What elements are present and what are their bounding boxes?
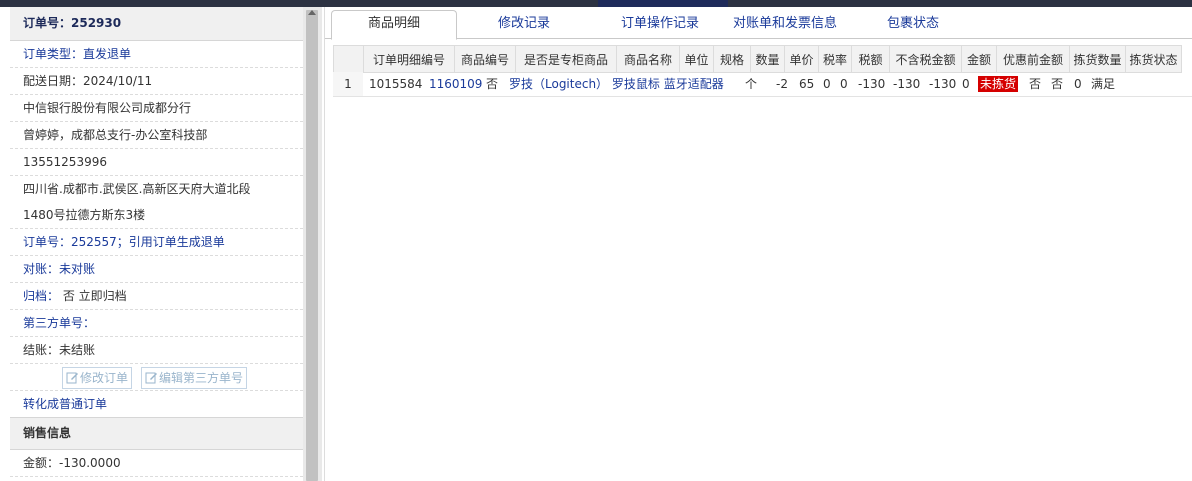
top-bar bbox=[0, 0, 1192, 7]
cell-price: 65 bbox=[799, 77, 815, 91]
col-header-counter[interactable]: 是否是专柜商品 bbox=[515, 45, 617, 73]
table-row[interactable]: 1 1015584 1160109 否 罗技（Logitech） 罗技鼠标 蓝牙… bbox=[333, 72, 1192, 97]
cell-pick-sufficient: 满足 bbox=[1091, 77, 1116, 91]
col-header-rownum bbox=[333, 45, 364, 73]
col-header-unit[interactable]: 单位 bbox=[679, 45, 714, 73]
order-type: 订单类型：直发退单 bbox=[10, 41, 303, 68]
tab-order-operation-log[interactable]: 订单操作记录 bbox=[605, 11, 715, 38]
detail-panel: 商品明细 修改记录 订单操作记录 对账单和发票信息 包裹状态 订单明细编号 商品… bbox=[325, 7, 1192, 481]
col-header-pick-qty[interactable]: 拣货数量 bbox=[1069, 45, 1126, 73]
top-bar-accent bbox=[598, 0, 728, 7]
col-header-product-no[interactable]: 商品编号 bbox=[454, 45, 516, 73]
scroll-up-arrow-icon[interactable] bbox=[308, 10, 316, 15]
cell-extra-3: 0 bbox=[1074, 77, 1082, 91]
cell-no-tax-amount: -130 bbox=[893, 77, 921, 91]
col-header-rate[interactable]: 税率 bbox=[818, 45, 852, 73]
table-header-row: 订单明细编号 商品编号 是否是专柜商品 商品名称 单位 规格 数量 单价 税率 … bbox=[333, 45, 1182, 73]
col-header-no-tax[interactable]: 不含税金额 bbox=[889, 45, 962, 73]
archive-action[interactable]: 否 立即归档 bbox=[59, 289, 127, 303]
tab-bar: 商品明细 修改记录 订单操作记录 对账单和发票信息 包裹状态 bbox=[325, 7, 1192, 40]
edit-third-party-button[interactable]: 编辑第三方单号 bbox=[141, 367, 248, 389]
edit-icon bbox=[66, 372, 78, 384]
amount-value: 金额：-130.0000 bbox=[10, 450, 303, 477]
archive-label: 归档： bbox=[23, 289, 60, 303]
cell-detail-no: 1015584 bbox=[369, 77, 423, 91]
convert-to-normal-order-link[interactable]: 转化成普通订单 bbox=[10, 391, 303, 417]
action-buttons-row: 修改订单 编辑第三方单号 bbox=[10, 364, 303, 391]
pick-status-badge: 未拣货 bbox=[978, 76, 1019, 92]
tab-product-details[interactable]: 商品明细 bbox=[331, 10, 457, 40]
cell-product-no-link[interactable]: 1160109 bbox=[429, 72, 482, 96]
reconcile-status[interactable]: 对账：未对账 bbox=[10, 256, 303, 283]
edit-icon bbox=[145, 372, 157, 384]
scrollbar-thumb[interactable] bbox=[306, 10, 318, 481]
cell-tax-rate: 0 bbox=[840, 77, 848, 91]
cell-amount: -130 bbox=[929, 77, 957, 91]
edit-third-party-label: 编辑第三方单号 bbox=[159, 371, 244, 385]
tab-statement-invoice[interactable]: 对账单和发票信息 bbox=[725, 11, 845, 38]
tab-package-status[interactable]: 包裹状态 bbox=[877, 11, 949, 38]
address-line-2: 1480号拉德方斯东3楼 bbox=[10, 202, 303, 229]
col-header-spec[interactable]: 规格 bbox=[713, 45, 751, 73]
address-line-1: 四川省.成都市.武侯区.高新区天府大道北段 bbox=[23, 182, 251, 196]
order-number-header: 订单号：252930 bbox=[10, 7, 303, 41]
contact-person: 曾婷婷，成都总支行-办公室科技部 bbox=[10, 122, 303, 149]
edit-order-button[interactable]: 修改订单 bbox=[62, 367, 133, 389]
cell-unit: 个 bbox=[745, 77, 758, 91]
edit-order-label: 修改订单 bbox=[80, 371, 129, 385]
col-header-name[interactable]: 商品名称 bbox=[616, 45, 680, 73]
product-detail-table: 订单明细编号 商品编号 是否是专柜商品 商品名称 单位 规格 数量 单价 税率 … bbox=[333, 45, 1182, 73]
cell-rate: 0 bbox=[823, 77, 831, 91]
col-header-pre-discount[interactable]: 优惠前金额 bbox=[996, 45, 1070, 73]
col-header-amount[interactable]: 金额 bbox=[961, 45, 997, 73]
third-party-number[interactable]: 第三方单号： bbox=[10, 310, 303, 337]
cell-product-name-link[interactable]: 罗技（Logitech） 罗技鼠标 蓝牙适配器 bbox=[509, 72, 724, 96]
cell-counter: 否 bbox=[486, 77, 499, 91]
phone-number: 13551253996 bbox=[10, 149, 303, 176]
order-info-panel: 订单号：252930 订单类型：直发退单 配送日期：2024/10/11 中信银… bbox=[10, 7, 304, 481]
delivery-date: 配送日期：2024/10/11 bbox=[10, 68, 303, 95]
cell-tax: -130 bbox=[858, 77, 886, 91]
cell-pre-discount: 0 bbox=[962, 77, 970, 91]
referenced-order-link[interactable]: 订单号：252557；引用订单生成退单 bbox=[10, 229, 303, 256]
cell-extra-2: 否 bbox=[1051, 77, 1064, 91]
company-name: 中信银行股份有限公司成都分行 bbox=[10, 95, 303, 122]
settle-status: 结账：未结账 bbox=[10, 337, 303, 364]
col-header-tax[interactable]: 税额 bbox=[851, 45, 890, 73]
row-number: 1 bbox=[333, 72, 363, 96]
archive-row: 归档： 否 立即归档 bbox=[10, 283, 303, 310]
col-header-detail-no[interactable]: 订单明细编号 bbox=[363, 45, 455, 73]
left-panel-scrollbar[interactable] bbox=[303, 7, 322, 481]
col-header-pick-status[interactable]: 拣货状态 bbox=[1125, 45, 1182, 73]
col-header-qty[interactable]: 数量 bbox=[750, 45, 785, 73]
tab-change-log[interactable]: 修改记录 bbox=[483, 11, 565, 38]
sales-info-section-title: 销售信息 bbox=[10, 417, 303, 450]
cell-extra-1: 否 bbox=[1029, 77, 1042, 91]
col-header-price[interactable]: 单价 bbox=[784, 45, 819, 73]
cell-qty: -2 bbox=[776, 77, 788, 91]
